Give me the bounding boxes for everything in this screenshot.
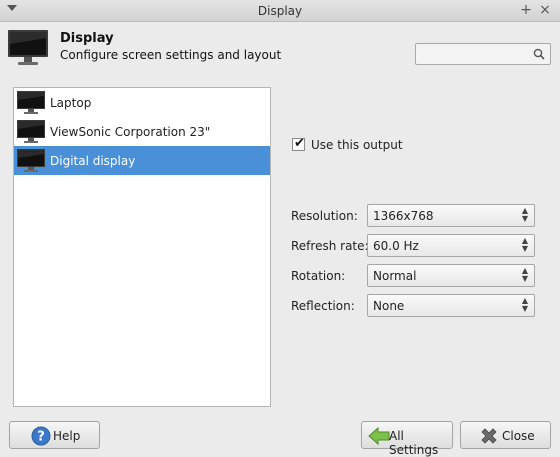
maximize-icon[interactable]: + — [519, 3, 533, 17]
search-input[interactable] — [415, 43, 551, 65]
page-title: Display — [60, 31, 114, 46]
window-title: Display — [257, 4, 303, 18]
reflection-value: None — [373, 299, 405, 313]
monitor-icon — [16, 148, 46, 176]
list-item-label: ViewSonic Corporation 23" — [50, 125, 211, 139]
reflection-label: Reflection: — [291, 299, 355, 313]
spinner-arrows-icon: ▲ ▼ — [521, 296, 528, 313]
output-item-laptop[interactable]: Laptop — [14, 88, 270, 117]
spinner-arrows-icon: ▲ ▼ — [521, 236, 528, 253]
close-window-icon[interactable]: × — [538, 3, 552, 17]
close-label: Close — [502, 429, 535, 443]
monitor-icon — [7, 28, 49, 71]
help-label: Help — [53, 429, 81, 443]
spinner-arrows-icon: ▲ ▼ — [521, 206, 528, 223]
title-bar[interactable]: Display + × — [0, 0, 560, 22]
use-output-checkbox[interactable]: ✔ — [292, 136, 305, 151]
monitor-icon — [16, 90, 46, 118]
rotation-select[interactable]: Normal ▲ ▼ — [367, 264, 535, 287]
close-button[interactable]: Close — [460, 421, 551, 449]
refresh-rate-select[interactable]: 60.0 Hz ▲ ▼ — [367, 234, 535, 257]
output-list[interactable]: Laptop ViewSonic Corporation 23" Digital… — [13, 87, 271, 407]
rotation-value: Normal — [373, 269, 417, 283]
output-item-digital-display[interactable]: Digital display — [14, 146, 270, 175]
resolution-select[interactable]: 1366x768 ▲ ▼ — [367, 204, 535, 227]
help-button[interactable]: ? Help — [9, 421, 100, 449]
back-arrow-icon — [368, 426, 390, 449]
display-settings-window: Display + × Display Configure screen set… — [0, 0, 560, 457]
list-item-label: Laptop — [50, 96, 92, 110]
close-icon — [479, 426, 499, 449]
checkmark-icon: ✔ — [294, 136, 305, 151]
rotation-label: Rotation: — [291, 269, 346, 283]
list-item-label: Digital display — [50, 154, 136, 168]
spinner-arrows-icon: ▲ ▼ — [521, 266, 528, 283]
output-item-viewsonic[interactable]: ViewSonic Corporation 23" — [14, 117, 270, 146]
monitor-icon — [16, 119, 46, 147]
refresh-rate-value: 60.0 Hz — [373, 239, 419, 253]
use-output-label[interactable]: Use this output — [311, 138, 403, 152]
page-subtitle: Configure screen settings and layout — [60, 48, 282, 62]
search-icon — [533, 48, 545, 63]
resolution-value: 1366x768 — [373, 209, 434, 223]
reflection-select[interactable]: None ▲ ▼ — [367, 294, 535, 317]
all-settings-button[interactable]: All Settings — [361, 421, 453, 457]
help-icon: ? — [31, 426, 51, 449]
refresh-rate-label: Refresh rate: — [291, 239, 369, 253]
resolution-label: Resolution: — [291, 209, 358, 223]
svg-text:?: ? — [37, 430, 45, 445]
all-settings-label: All Settings — [389, 429, 439, 457]
